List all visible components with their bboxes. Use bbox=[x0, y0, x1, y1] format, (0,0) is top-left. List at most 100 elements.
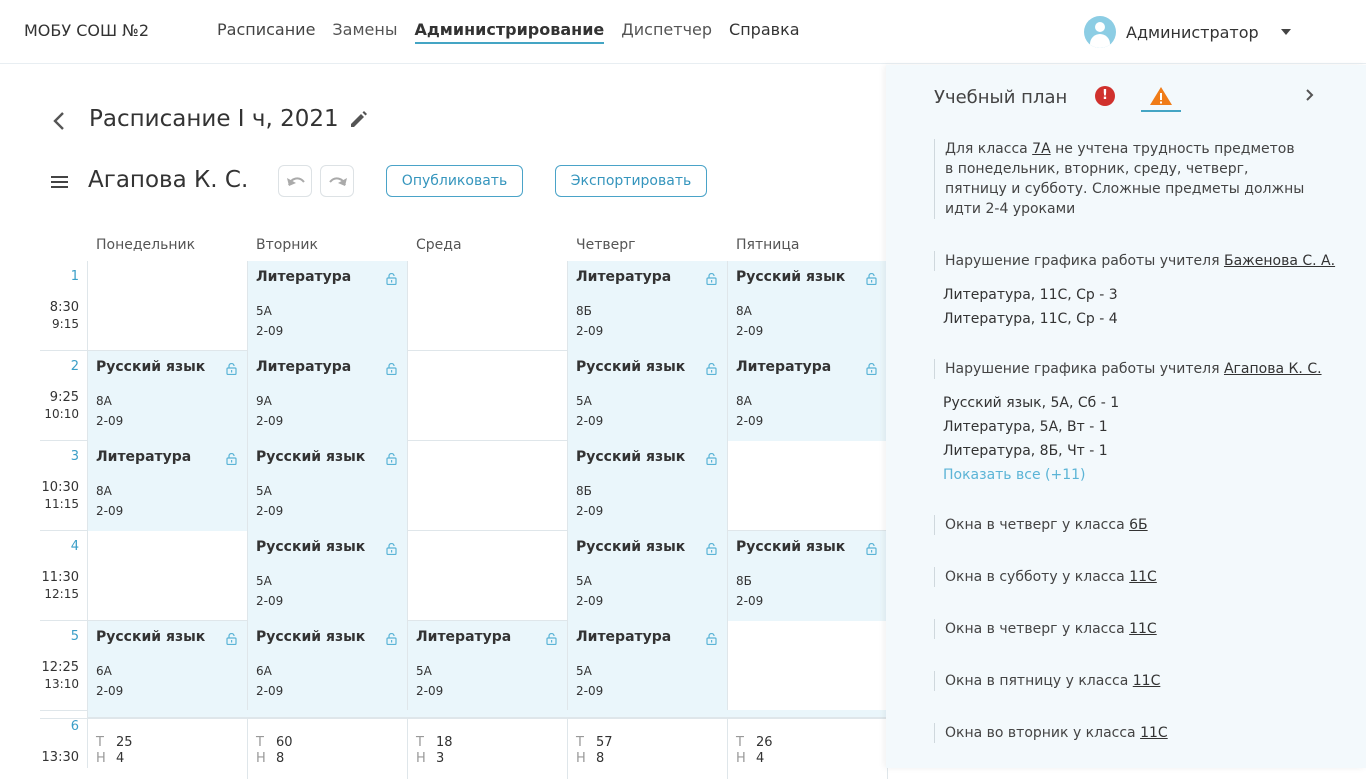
publish-button[interactable]: Опубликовать bbox=[386, 165, 523, 197]
issue-text: Окна во вторник у класса bbox=[945, 725, 1141, 741]
lesson-subject: Русский язык bbox=[256, 449, 366, 465]
summary-value-t: 57 bbox=[596, 735, 613, 750]
unlock-icon[interactable] bbox=[706, 270, 717, 286]
lesson-room: 2-09 bbox=[576, 594, 604, 608]
unlock-icon[interactable] bbox=[866, 360, 877, 376]
empty-cell[interactable] bbox=[408, 441, 568, 531]
period-number: 5 bbox=[70, 629, 79, 644]
unlock-icon[interactable] bbox=[226, 630, 237, 646]
unlock-icon[interactable] bbox=[226, 450, 237, 466]
hamburger-menu-icon[interactable] bbox=[51, 174, 69, 193]
period-start: 8:30 bbox=[49, 300, 79, 315]
lesson-subject: Литература bbox=[736, 359, 832, 375]
lesson-class: 5А bbox=[416, 664, 432, 678]
chevron-right-icon[interactable] bbox=[1304, 85, 1316, 110]
period-time: 5 12:25 13:10 bbox=[40, 621, 88, 711]
empty-cell[interactable] bbox=[408, 261, 568, 351]
issue-gaps: Окна в четверг у класса 6Б bbox=[934, 515, 1148, 535]
unlock-icon[interactable] bbox=[226, 360, 237, 376]
summary-label-n: Н bbox=[96, 751, 106, 766]
lesson-cell[interactable]: Литература 9А 2-09 bbox=[248, 351, 408, 441]
lesson-room: 2-09 bbox=[256, 414, 284, 428]
unlock-icon[interactable] bbox=[706, 630, 717, 646]
unlock-icon[interactable] bbox=[386, 450, 397, 466]
redo-button[interactable] bbox=[320, 165, 354, 197]
unlock-icon[interactable] bbox=[386, 360, 397, 376]
lesson-cell[interactable]: Русский язык 5А 2-09 bbox=[568, 351, 728, 441]
class-link[interactable]: 11С bbox=[1140, 725, 1168, 741]
error-icon[interactable]: ! bbox=[1095, 86, 1115, 106]
edit-icon[interactable] bbox=[348, 108, 370, 134]
empty-cell[interactable] bbox=[728, 621, 888, 711]
summary-label-t: Т bbox=[96, 735, 104, 750]
unlock-icon[interactable] bbox=[546, 630, 557, 646]
empty-cell[interactable] bbox=[728, 441, 888, 531]
lesson-cell[interactable]: Русский язык 6А 2-09 bbox=[88, 621, 248, 711]
lesson-cell[interactable]: Литература 8А 2-09 bbox=[728, 351, 888, 441]
lesson-class: 5А bbox=[256, 304, 272, 318]
empty-cell[interactable] bbox=[408, 351, 568, 441]
empty-cell[interactable] bbox=[88, 261, 248, 351]
user-name: Администратор bbox=[1126, 22, 1259, 42]
period-time: 2 9:25 10:10 bbox=[40, 351, 88, 441]
nav-schedule[interactable]: Расписание bbox=[217, 20, 315, 44]
unlock-icon[interactable] bbox=[866, 270, 877, 286]
lesson-cell[interactable]: Русский язык 6А 2-09 bbox=[248, 621, 408, 711]
unlock-icon[interactable] bbox=[386, 270, 397, 286]
nav-substitutions[interactable]: Замены bbox=[332, 20, 397, 44]
export-button[interactable]: Экспортировать bbox=[555, 165, 707, 197]
teacher-link[interactable]: Баженова С. А. bbox=[1224, 253, 1335, 269]
lesson-cell[interactable]: Литература 5А 2-09 bbox=[408, 621, 568, 711]
nav-administration[interactable]: Администрирование bbox=[414, 20, 605, 44]
period-end: 13:10 bbox=[44, 677, 79, 691]
unlock-icon[interactable] bbox=[386, 630, 397, 646]
class-link[interactable]: 6Б bbox=[1129, 517, 1148, 533]
summary-label-n: Н bbox=[256, 751, 266, 766]
show-all-link[interactable]: Показать все (+11) bbox=[943, 467, 1086, 483]
unlock-icon[interactable] bbox=[706, 360, 717, 376]
issue-gaps: Окна в пятницу у класса 11С bbox=[934, 671, 1160, 691]
class-link[interactable]: 11С bbox=[1129, 621, 1157, 637]
lesson-room: 2-09 bbox=[736, 594, 764, 608]
lesson-cell[interactable]: Русский язык 8Б 2-09 bbox=[568, 441, 728, 531]
panel-title[interactable]: Учебный план bbox=[934, 87, 1067, 108]
lesson-class: 8А bbox=[96, 484, 112, 498]
lesson-cell[interactable]: Литература 5А 2-09 bbox=[248, 261, 408, 351]
issue-text: Окна в субботу у класса bbox=[945, 569, 1130, 585]
lesson-cell[interactable]: Литература 8Б 2-09 bbox=[568, 261, 728, 351]
undo-button[interactable] bbox=[278, 165, 312, 197]
unlock-icon[interactable] bbox=[866, 540, 877, 556]
empty-cell[interactable] bbox=[408, 531, 568, 621]
period-end: 9:15 bbox=[52, 317, 79, 331]
lesson-cell[interactable]: Русский язык 5А 2-09 bbox=[568, 531, 728, 621]
lesson-cell[interactable]: Русский язык 8А 2-09 bbox=[728, 261, 888, 351]
lesson-cell[interactable]: Русский язык 5А 2-09 bbox=[248, 441, 408, 531]
nav-help[interactable]: Справка bbox=[729, 20, 800, 44]
warning-tab[interactable] bbox=[1141, 84, 1181, 112]
chevron-down-icon[interactable] bbox=[1280, 29, 1291, 35]
unlock-icon[interactable] bbox=[706, 450, 717, 466]
issue-teacher-schedule: Нарушение графика работы учителя Агапова… bbox=[934, 359, 1322, 379]
lesson-cell[interactable]: Русский язык 8А 2-09 bbox=[88, 351, 248, 441]
period-time: 4 11:30 12:15 bbox=[40, 531, 88, 621]
lesson-cell[interactable]: Русский язык 8Б 2-09 bbox=[728, 531, 888, 621]
back-icon[interactable] bbox=[52, 110, 66, 138]
lesson-subject: Литература bbox=[416, 629, 512, 645]
class-link[interactable]: 11С bbox=[1133, 673, 1161, 689]
lesson-cell[interactable]: Русский язык 5А 2-09 bbox=[248, 531, 408, 621]
class-link[interactable]: 7А bbox=[1032, 141, 1050, 157]
school-name: МОБУ СОШ №2 bbox=[24, 21, 149, 40]
class-link[interactable]: 11С bbox=[1129, 569, 1157, 585]
period-number: 1 bbox=[70, 269, 79, 284]
nav-dispatcher[interactable]: Диспетчер bbox=[621, 20, 712, 44]
period-number: 4 bbox=[70, 539, 79, 554]
empty-cell[interactable] bbox=[88, 531, 248, 621]
unlock-icon[interactable] bbox=[386, 540, 397, 556]
lesson-cell[interactable]: Литература 5А 2-09 bbox=[568, 621, 728, 711]
lesson-cell[interactable]: Литература 8А 2-09 bbox=[88, 441, 248, 531]
teacher-link[interactable]: Агапова К. С. bbox=[1224, 361, 1322, 377]
period-start: 11:30 bbox=[41, 570, 79, 585]
user-menu[interactable]: Администратор bbox=[1084, 16, 1291, 48]
issue-text: Для класса bbox=[945, 141, 1033, 157]
unlock-icon[interactable] bbox=[706, 540, 717, 556]
